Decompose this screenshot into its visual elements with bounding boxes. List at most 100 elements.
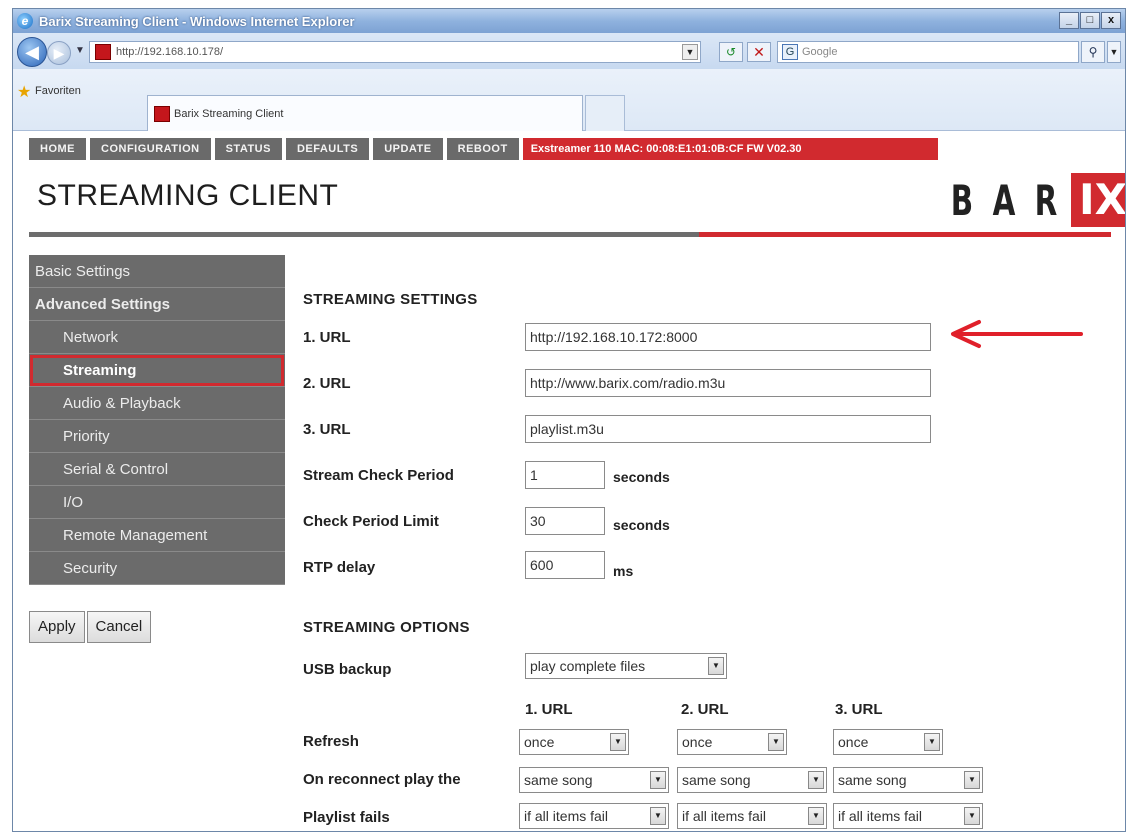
rtp-delay-input[interactable]: 600 bbox=[525, 551, 605, 579]
search-input[interactable]: G Google bbox=[777, 41, 1079, 63]
reconnect-value-url3: same song bbox=[838, 772, 907, 788]
apply-button[interactable]: Apply bbox=[29, 611, 85, 643]
nav-update[interactable]: UPDATE bbox=[373, 138, 443, 160]
header-rule-red bbox=[699, 232, 1111, 237]
minimize-button[interactable]: _ bbox=[1059, 12, 1079, 29]
sidebar-item-io[interactable]: I/O bbox=[29, 486, 285, 519]
stream-check-period-label: Stream Check Period bbox=[303, 467, 454, 484]
sidebar: Basic Settings Advanced Settings Network… bbox=[29, 255, 285, 585]
back-arrow-icon[interactable]: ◀ bbox=[17, 37, 47, 67]
new-tab-button[interactable] bbox=[585, 95, 625, 131]
chevron-down-icon[interactable]: ▼ bbox=[708, 657, 724, 675]
chevron-down-icon[interactable]: ▼ bbox=[650, 771, 666, 789]
window-title: Barix Streaming Client - Windows Interne… bbox=[39, 13, 355, 29]
stream-check-period-input[interactable]: 1 bbox=[525, 461, 605, 489]
sidebar-item-security[interactable]: Security bbox=[29, 552, 285, 585]
nav-defaults[interactable]: DEFAULTS bbox=[285, 138, 370, 160]
nav-reboot[interactable]: REBOOT bbox=[446, 138, 519, 160]
reconnect-value-url2: same song bbox=[682, 772, 751, 788]
favorites-bar: ★ Favoriten Barix Streaming Client bbox=[13, 69, 1125, 131]
nav-home[interactable]: HOME bbox=[29, 138, 86, 160]
sidebar-item-network[interactable]: Network bbox=[29, 321, 285, 354]
col-header-url1: 1. URL bbox=[525, 701, 573, 718]
playlist-fails-select-url3[interactable]: if all items fail ▼ bbox=[833, 803, 983, 829]
site-favicon-icon bbox=[95, 44, 111, 60]
nav-configuration[interactable]: CONFIGURATION bbox=[90, 138, 211, 160]
playlist-fails-select-url1[interactable]: if all items fail ▼ bbox=[519, 803, 669, 829]
usb-backup-value: play complete files bbox=[530, 658, 646, 674]
refresh-icon[interactable]: ↺ bbox=[719, 42, 743, 62]
streaming-options-heading: STREAMING OPTIONS bbox=[303, 619, 470, 636]
tab-title: Barix Streaming Client bbox=[174, 107, 284, 120]
close-button[interactable]: x bbox=[1101, 12, 1121, 29]
check-period-limit-unit: seconds bbox=[613, 517, 670, 533]
maximize-button[interactable]: □ bbox=[1080, 12, 1100, 29]
search-options-dropdown-icon[interactable]: ▼ bbox=[1107, 41, 1121, 63]
forward-arrow-icon[interactable]: ▶ bbox=[47, 41, 71, 65]
sidebar-item-streaming[interactable]: Streaming bbox=[29, 354, 285, 387]
history-dropdown-icon[interactable]: ▼ bbox=[75, 45, 85, 56]
check-period-limit-input[interactable]: 30 bbox=[525, 507, 605, 535]
browser-tab[interactable]: Barix Streaming Client bbox=[147, 95, 583, 131]
tab-favicon-icon bbox=[154, 105, 170, 122]
red-arrow-annotation-icon bbox=[951, 320, 1083, 348]
refresh-select-url3[interactable]: once ▼ bbox=[833, 729, 943, 755]
favorites-star-icon[interactable]: ★ bbox=[17, 82, 31, 102]
sidebar-item-basic-settings[interactable]: Basic Settings bbox=[29, 255, 285, 288]
window-controls: _ □ x bbox=[1059, 12, 1121, 29]
search-magnifier-icon[interactable]: ⚲ bbox=[1081, 41, 1105, 63]
chevron-down-icon[interactable]: ▼ bbox=[650, 807, 666, 825]
chevron-down-icon[interactable]: ▼ bbox=[808, 807, 824, 825]
top-navigation: HOME CONFIGURATION STATUS DEFAULTS UPDAT… bbox=[29, 138, 938, 160]
favorites-button[interactable]: Favoriten bbox=[35, 85, 81, 97]
refresh-select-url1[interactable]: once ▼ bbox=[519, 729, 629, 755]
sidebar-item-remote-management[interactable]: Remote Management bbox=[29, 519, 285, 552]
url3-label: 3. URL bbox=[303, 421, 351, 438]
title-bar: e Barix Streaming Client - Windows Inter… bbox=[13, 9, 1125, 33]
playlist-fails-select-url2[interactable]: if all items fail ▼ bbox=[677, 803, 827, 829]
logo-highlight: IX bbox=[1071, 173, 1125, 227]
url2-label: 2. URL bbox=[303, 375, 351, 392]
url2-input[interactable]: http://www.barix.com/radio.m3u bbox=[525, 369, 931, 397]
chevron-down-icon[interactable]: ▼ bbox=[768, 733, 784, 751]
url1-label: 1. URL bbox=[303, 329, 351, 346]
chevron-down-icon[interactable]: ▼ bbox=[964, 771, 980, 789]
address-url[interactable]: http://192.168.10.178/ bbox=[116, 46, 223, 58]
usb-backup-select[interactable]: play complete files ▼ bbox=[525, 653, 727, 679]
refresh-value-url1: once bbox=[524, 734, 555, 750]
logo-letter-b: B bbox=[950, 175, 974, 225]
sidebar-item-advanced-settings[interactable]: Advanced Settings bbox=[29, 288, 285, 321]
address-bar[interactable]: http://192.168.10.178/ ▼ bbox=[89, 41, 701, 63]
header-rule-gray bbox=[29, 232, 699, 237]
search-provider-icon: G bbox=[782, 44, 798, 60]
page-title: STREAMING CLIENT bbox=[37, 179, 339, 212]
address-dropdown-icon[interactable]: ▼ bbox=[682, 44, 698, 60]
sidebar-item-priority[interactable]: Priority bbox=[29, 420, 285, 453]
refresh-select-url2[interactable]: once ▼ bbox=[677, 729, 787, 755]
chevron-down-icon[interactable]: ▼ bbox=[924, 733, 940, 751]
form-actions: Apply Cancel bbox=[29, 611, 153, 643]
chevron-down-icon[interactable]: ▼ bbox=[964, 807, 980, 825]
search-placeholder: Google bbox=[802, 46, 838, 58]
url3-input[interactable]: playlist.m3u bbox=[525, 415, 931, 443]
sidebar-item-audio-playback[interactable]: Audio & Playback bbox=[29, 387, 285, 420]
playlist-fails-value-url1: if all items fail bbox=[524, 808, 609, 824]
chevron-down-icon[interactable]: ▼ bbox=[610, 733, 626, 751]
chevron-down-icon[interactable]: ▼ bbox=[808, 771, 824, 789]
reconnect-select-url3[interactable]: same song ▼ bbox=[833, 767, 983, 793]
url1-input[interactable]: http://192.168.10.172:8000 bbox=[525, 323, 931, 351]
nav-status[interactable]: STATUS bbox=[214, 138, 282, 160]
stop-icon[interactable]: ✕ bbox=[747, 42, 771, 62]
reconnect-select-url2[interactable]: same song ▼ bbox=[677, 767, 827, 793]
sidebar-item-serial-control[interactable]: Serial & Control bbox=[29, 453, 285, 486]
device-info-banner: Exstreamer 110 MAC: 00:08:E1:01:0B:CF FW… bbox=[522, 138, 938, 160]
web-page: HOME CONFIGURATION STATUS DEFAULTS UPDAT… bbox=[13, 131, 1125, 831]
check-period-limit-label: Check Period Limit bbox=[303, 513, 439, 530]
refresh-value-url3: once bbox=[838, 734, 869, 750]
cancel-button[interactable]: Cancel bbox=[86, 611, 152, 643]
playlist-fails-label: Playlist fails bbox=[303, 809, 390, 826]
rtp-delay-label: RTP delay bbox=[303, 559, 376, 576]
reconnect-label: On reconnect play the bbox=[303, 771, 461, 788]
reconnect-select-url1[interactable]: same song ▼ bbox=[519, 767, 669, 793]
refresh-value-url2: once bbox=[682, 734, 713, 750]
